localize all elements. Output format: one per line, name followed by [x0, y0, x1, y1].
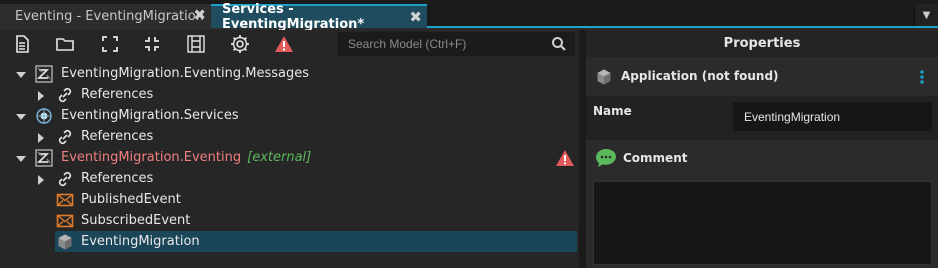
tab-dropdown-icon[interactable]: ▼	[914, 4, 938, 26]
panel-splitter[interactable]	[579, 30, 586, 268]
link-icon	[58, 171, 72, 187]
properties-panel: Properties Application (not found) Name …	[586, 30, 938, 268]
tree-item-published-event[interactable]: PublishedEvent	[0, 190, 579, 211]
panel-title: Properties	[723, 36, 801, 51]
tree-item-references[interactable]: References	[0, 169, 579, 190]
name-property-row: Name	[586, 96, 938, 140]
tree-item-references[interactable]: References	[0, 127, 579, 148]
open-folder-icon[interactable]	[54, 33, 76, 55]
search-icon[interactable]	[551, 36, 567, 52]
tree-item-label: EventingMigration	[81, 234, 200, 249]
caret-down-icon[interactable]	[15, 69, 27, 81]
warning-icon[interactable]	[555, 149, 575, 167]
name-field[interactable]	[733, 102, 932, 131]
cube-icon	[597, 69, 611, 85]
expand-all-icon[interactable]	[99, 33, 121, 55]
tree-item-label: References	[81, 171, 154, 186]
model-tree-panel: EventingMigration.Eventing.Messages Refe…	[0, 30, 579, 268]
close-icon[interactable]: ✖	[193, 7, 206, 23]
tree-item-label: References	[81, 87, 154, 102]
comment-icon	[596, 149, 616, 167]
search-box	[338, 32, 575, 56]
diagram-icon[interactable]	[185, 33, 207, 55]
caret-right-icon[interactable]	[35, 174, 47, 186]
tab-label: Services - EventingMigration*	[222, 2, 365, 32]
tab-services[interactable]: Services - EventingMigration* ✖	[211, 2, 427, 32]
close-icon[interactable]: ✖	[409, 9, 422, 25]
tree-toolbar	[0, 30, 579, 57]
properties-header: Properties	[586, 30, 938, 57]
caret-down-icon[interactable]	[15, 111, 27, 123]
tree-item-label: EventingMigration.Eventing	[61, 150, 242, 165]
envelope-icon	[56, 214, 74, 228]
tree-item-label: EventingMigration.Eventing.Messages	[61, 66, 309, 81]
name-label: Name	[593, 104, 632, 118]
tree-item-eventing-messages[interactable]: EventingMigration.Eventing.Messages	[0, 64, 579, 85]
application-label: Application (not found)	[621, 69, 779, 83]
comment-label: Comment	[623, 151, 688, 165]
link-icon	[58, 87, 72, 103]
link-icon	[58, 129, 72, 145]
caret-right-icon[interactable]	[35, 132, 47, 144]
tree-item-eventing[interactable]: EventingMigration.Eventing [external]	[0, 148, 579, 169]
tree-item-eventing-migration[interactable]: EventingMigration	[55, 231, 577, 252]
caret-right-icon[interactable]	[35, 90, 47, 102]
comment-field[interactable]	[593, 181, 932, 265]
more-options-icon[interactable]	[920, 70, 924, 84]
settings-icon[interactable]	[229, 33, 251, 55]
tree-item-label: SubscribedEvent	[81, 213, 191, 228]
envelope-icon	[56, 193, 74, 207]
tab-label: Eventing - EventingMigration	[15, 8, 204, 24]
comment-section: Comment	[586, 142, 938, 178]
package-icon	[35, 65, 53, 83]
tree-item-services[interactable]: EventingMigration.Services	[0, 106, 579, 127]
tree-item-label: PublishedEvent	[81, 192, 181, 207]
tree-item-label: EventingMigration.Services	[61, 108, 239, 123]
collapse-all-icon[interactable]	[141, 33, 163, 55]
tree-item-references[interactable]: References	[0, 85, 579, 106]
package-icon	[35, 149, 53, 167]
globe-icon	[36, 108, 52, 124]
tab-bar: Eventing - EventingMigration ✖ Services …	[0, 0, 938, 32]
external-tag: [external]	[247, 150, 312, 165]
cube-icon	[58, 234, 72, 250]
search-input[interactable]	[338, 32, 543, 56]
tab-eventing[interactable]: Eventing - EventingMigration ✖	[0, 4, 211, 28]
warning-icon[interactable]	[273, 33, 295, 55]
caret-down-icon[interactable]	[15, 153, 27, 165]
new-file-icon[interactable]	[11, 33, 33, 55]
application-section: Application (not found)	[586, 60, 938, 94]
tree-item-label: References	[81, 129, 154, 144]
tree-item-subscribed-event[interactable]: SubscribedEvent	[0, 211, 579, 232]
